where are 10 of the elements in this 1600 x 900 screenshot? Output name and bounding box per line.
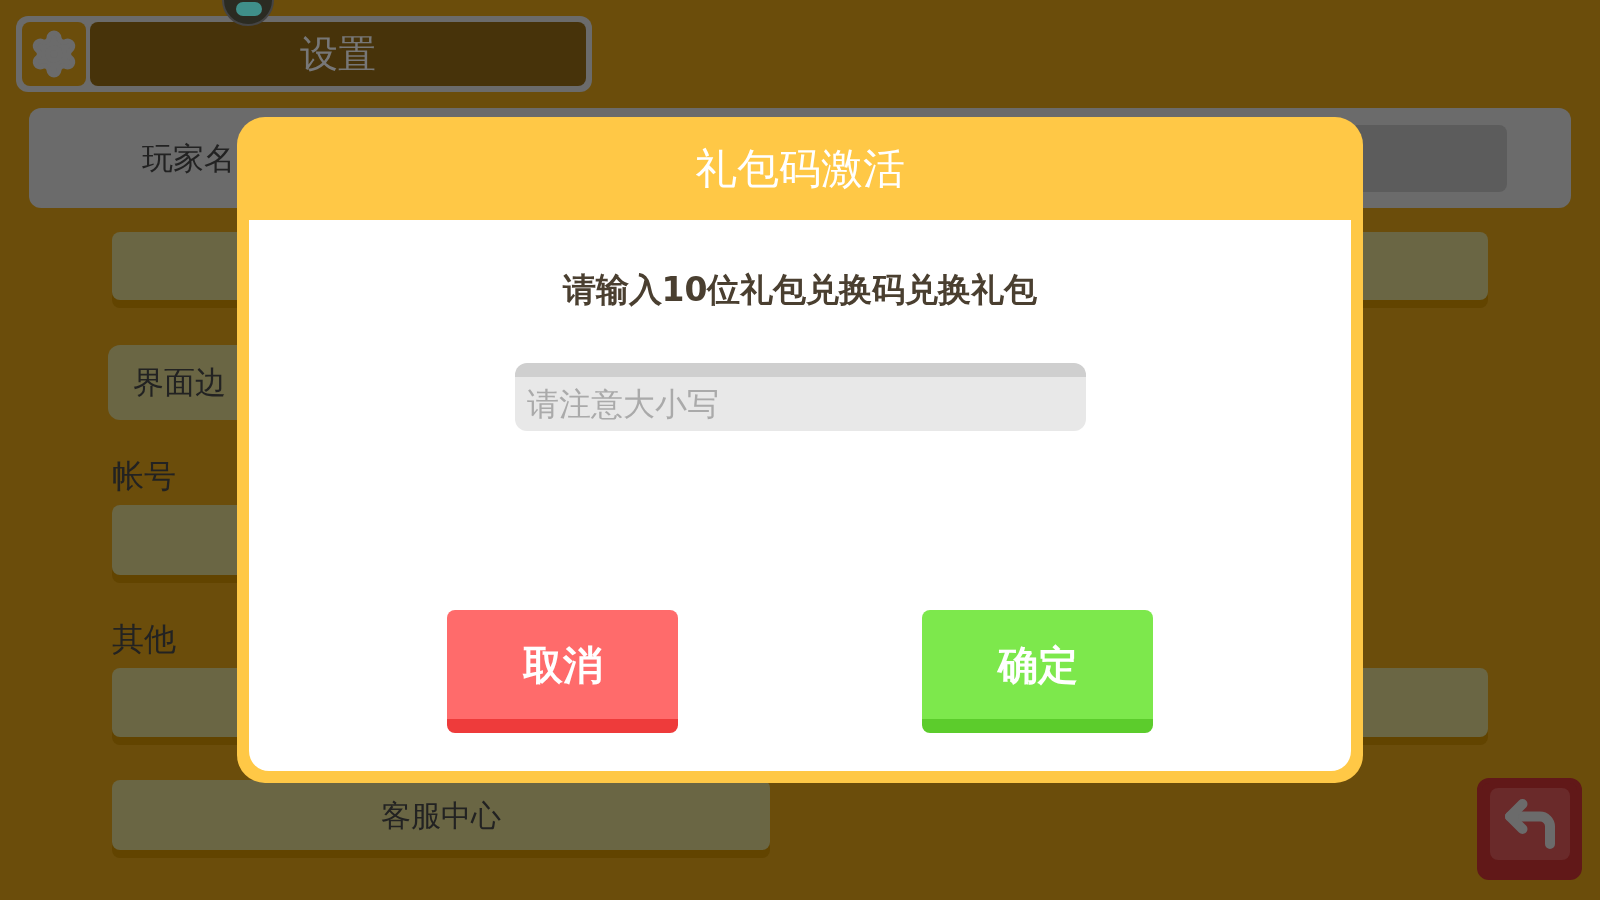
account-section-label: 帐号 (112, 458, 176, 494)
back-button[interactable] (1477, 778, 1582, 880)
gift-code-field[interactable]: 请注意大小写 (514, 362, 1086, 431)
cancel-button[interactable]: 取消 (447, 610, 678, 733)
player-name-label: 玩家名 (142, 138, 235, 178)
dialog-title: 礼包码激活 (695, 143, 905, 195)
confirm-button[interactable]: 确定 (922, 610, 1153, 733)
other-section-label: 其他 (112, 621, 176, 657)
page-title: 设置 (90, 22, 586, 86)
dialog-prompt: 请输入10位礼包兑换码兑换礼包 (562, 269, 1038, 311)
